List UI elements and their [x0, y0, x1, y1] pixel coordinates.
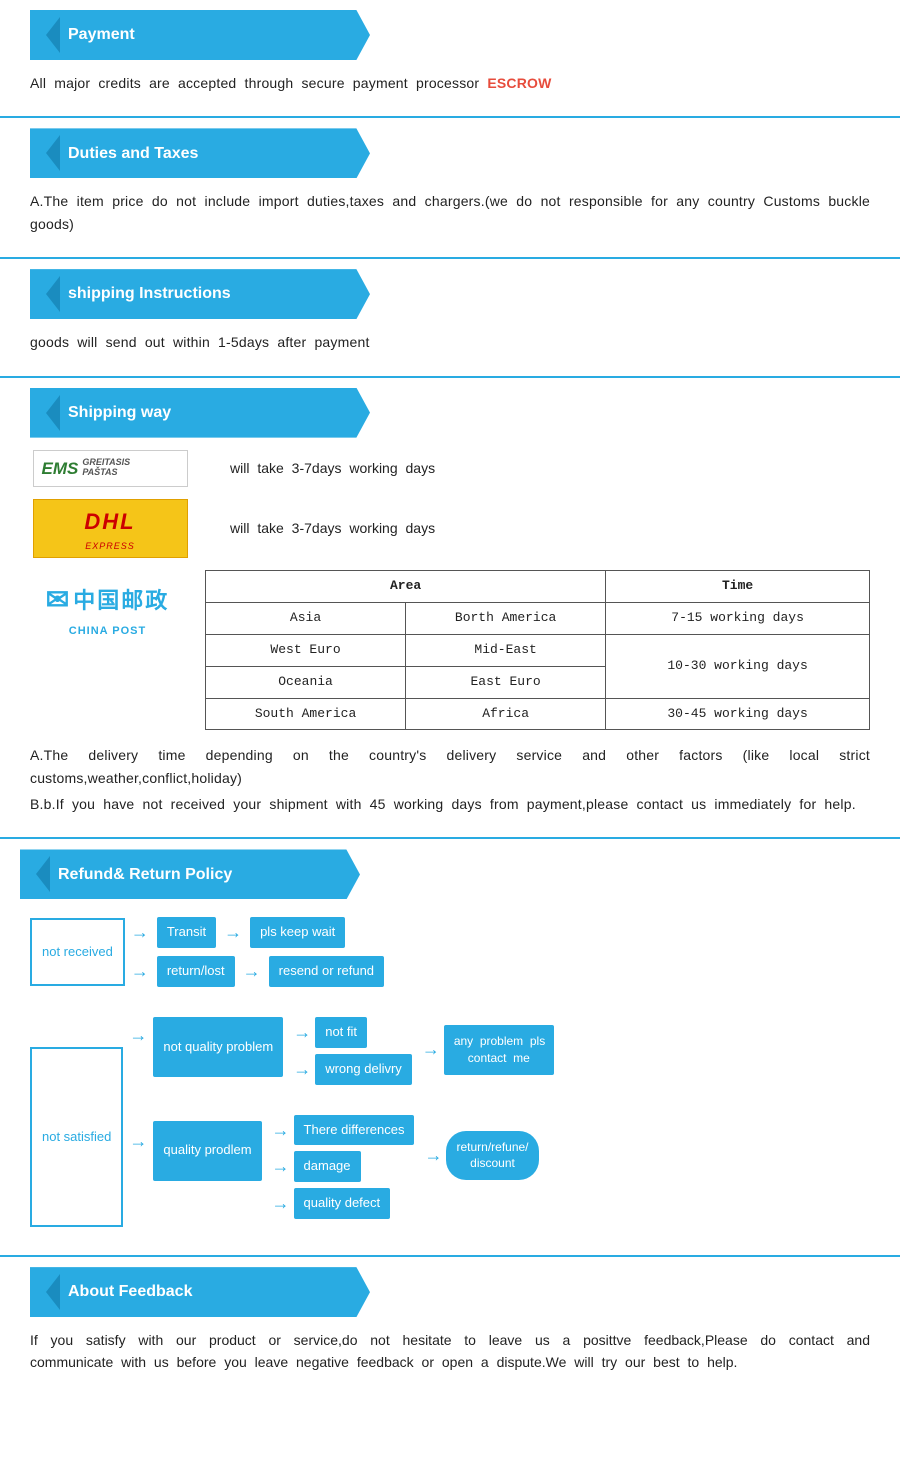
table-cell: Borth America: [406, 603, 606, 635]
table-cell: 30-45 working days: [606, 698, 870, 730]
arrow-icon: →: [129, 1127, 147, 1156]
arrow-icon: →: [272, 1189, 290, 1218]
arrow-icon: →: [293, 1018, 311, 1047]
table-cell: Mid-East: [406, 634, 606, 666]
table-row: West Euro Mid-East 10-30 working days: [206, 634, 870, 666]
there-differences-box: There differences: [294, 1115, 415, 1146]
wrong-delivry-box: wrong delivry: [315, 1054, 412, 1085]
shipping-instructions-header: shipping Instructions: [30, 269, 370, 319]
chinapost-section: ✉ 中国邮政 CHINA POST Area Time Asia Borth A…: [30, 570, 870, 730]
table-cell: Oceania: [206, 666, 406, 698]
pls-keep-wait-box: pls keep wait: [250, 917, 345, 948]
shipping-instructions-section: shipping Instructions goods will send ou…: [0, 259, 900, 376]
quality-prodlem-box: quality prodlem: [153, 1121, 261, 1181]
escrow-label: ESCROW: [487, 75, 551, 91]
arrow-icon: →: [422, 1035, 440, 1064]
ems-row: EMS GREITASISPAŠTAS will take 3-7days wo…: [30, 450, 870, 487]
chinapost-chars: 中国邮政: [73, 583, 169, 618]
table-cell: East Euro: [406, 666, 606, 698]
table-row: Asia Borth America 7-15 working days: [206, 603, 870, 635]
ems-logo-box: EMS GREITASISPAŠTAS: [30, 450, 190, 487]
arrow-icon: →: [129, 1021, 147, 1050]
arrow-icon: →: [224, 918, 242, 947]
resend-or-refund-box: resend or refund: [269, 956, 384, 987]
not-received-box: not received: [30, 918, 125, 986]
delivery-notes: A.The delivery time depending on the cou…: [30, 744, 870, 815]
payment-header: Payment: [30, 10, 370, 60]
arrow-icon: →: [131, 957, 149, 986]
dhl-logo: DHL EXPRESS: [33, 499, 188, 559]
table-cell: 7-15 working days: [606, 603, 870, 635]
return-refund-discount-box: return/refune/ discount: [446, 1131, 538, 1181]
refund-section: Refund& Return Policy not received → Tra…: [0, 839, 900, 1256]
not-quality-problem-box: not quality problem: [153, 1017, 283, 1077]
quality-defect-box: quality defect: [294, 1188, 391, 1219]
arrow-icon: →: [424, 1141, 442, 1170]
flowchart-not-received: not received → Transit → pls keep wait: [30, 917, 880, 987]
shipping-way-section: Shipping way EMS GREITASISPAŠTAS will ta…: [0, 378, 900, 839]
table-cell: West Euro: [206, 634, 406, 666]
refund-title: Refund& Return Policy: [58, 862, 232, 888]
table-header-area: Area: [206, 571, 606, 603]
feedback-text: If you satisfy with our product or servi…: [30, 1329, 870, 1374]
shipping-way-title: Shipping way: [68, 400, 171, 426]
return-lost-box: return/lost: [157, 956, 235, 987]
any-problem-box: any problem pls contact me: [444, 1025, 554, 1075]
not-satisfied-box: not satisfied: [30, 1047, 123, 1227]
arrow-icon: →: [272, 1116, 290, 1145]
table-header-time: Time: [606, 571, 870, 603]
shipping-instructions-text: goods will send out within 1-5days after…: [30, 331, 870, 353]
chinapost-logo: ✉ 中国邮政 CHINA POST: [30, 570, 185, 640]
refund-header: Refund& Return Policy: [20, 849, 360, 899]
table-cell: 10-30 working days: [606, 634, 870, 698]
shipping-instructions-title: shipping Instructions: [68, 281, 231, 307]
duties-text: A.The item price do not include import d…: [30, 190, 870, 235]
duties-title: Duties and Taxes: [68, 141, 198, 167]
arrow-icon: →: [272, 1152, 290, 1181]
flowchart-not-satisfied: not satisfied → not quality problem → no…: [30, 1007, 880, 1227]
table-cell: Asia: [206, 603, 406, 635]
dhl-row: DHL EXPRESS will take 3-7days working da…: [30, 499, 870, 559]
ems-logo: EMS GREITASISPAŠTAS: [33, 450, 188, 487]
transit-box: Transit: [157, 917, 216, 948]
damage-box: damage: [294, 1151, 361, 1182]
payment-text: All major credits are accepted through s…: [30, 72, 870, 94]
arrow-icon: →: [243, 957, 261, 986]
arrow-icon: →: [293, 1055, 311, 1084]
chinapost-en-label: CHINA POST: [69, 623, 146, 641]
note-b: B.b.If you have not received your shipme…: [30, 793, 870, 815]
table-cell: Africa: [406, 698, 606, 730]
note-a: A.The delivery time depending on the cou…: [30, 744, 870, 789]
not-fit-box: not fit: [315, 1017, 367, 1048]
table-row: South America Africa 30-45 working days: [206, 698, 870, 730]
feedback-title: About Feedback: [68, 1279, 192, 1305]
ems-time-text: will take 3-7days working days: [230, 457, 435, 479]
duties-header: Duties and Taxes: [30, 128, 370, 178]
payment-section: Payment All major credits are accepted t…: [0, 0, 900, 117]
shipping-table: Area Time Asia Borth America 7-15 workin…: [205, 570, 870, 730]
chinapost-icon: ✉: [46, 578, 69, 623]
arrow-icon: →: [131, 918, 149, 947]
duties-section: Duties and Taxes A.The item price do not…: [0, 118, 900, 258]
payment-title: Payment: [68, 22, 135, 48]
dhl-time-text: will take 3-7days working days: [230, 517, 435, 539]
table-cell: South America: [206, 698, 406, 730]
dhl-logo-box: DHL EXPRESS: [30, 499, 190, 559]
feedback-section: About Feedback If you satisfy with our p…: [0, 1257, 900, 1392]
feedback-header: About Feedback: [30, 1267, 370, 1317]
shipping-way-header: Shipping way: [30, 388, 370, 438]
